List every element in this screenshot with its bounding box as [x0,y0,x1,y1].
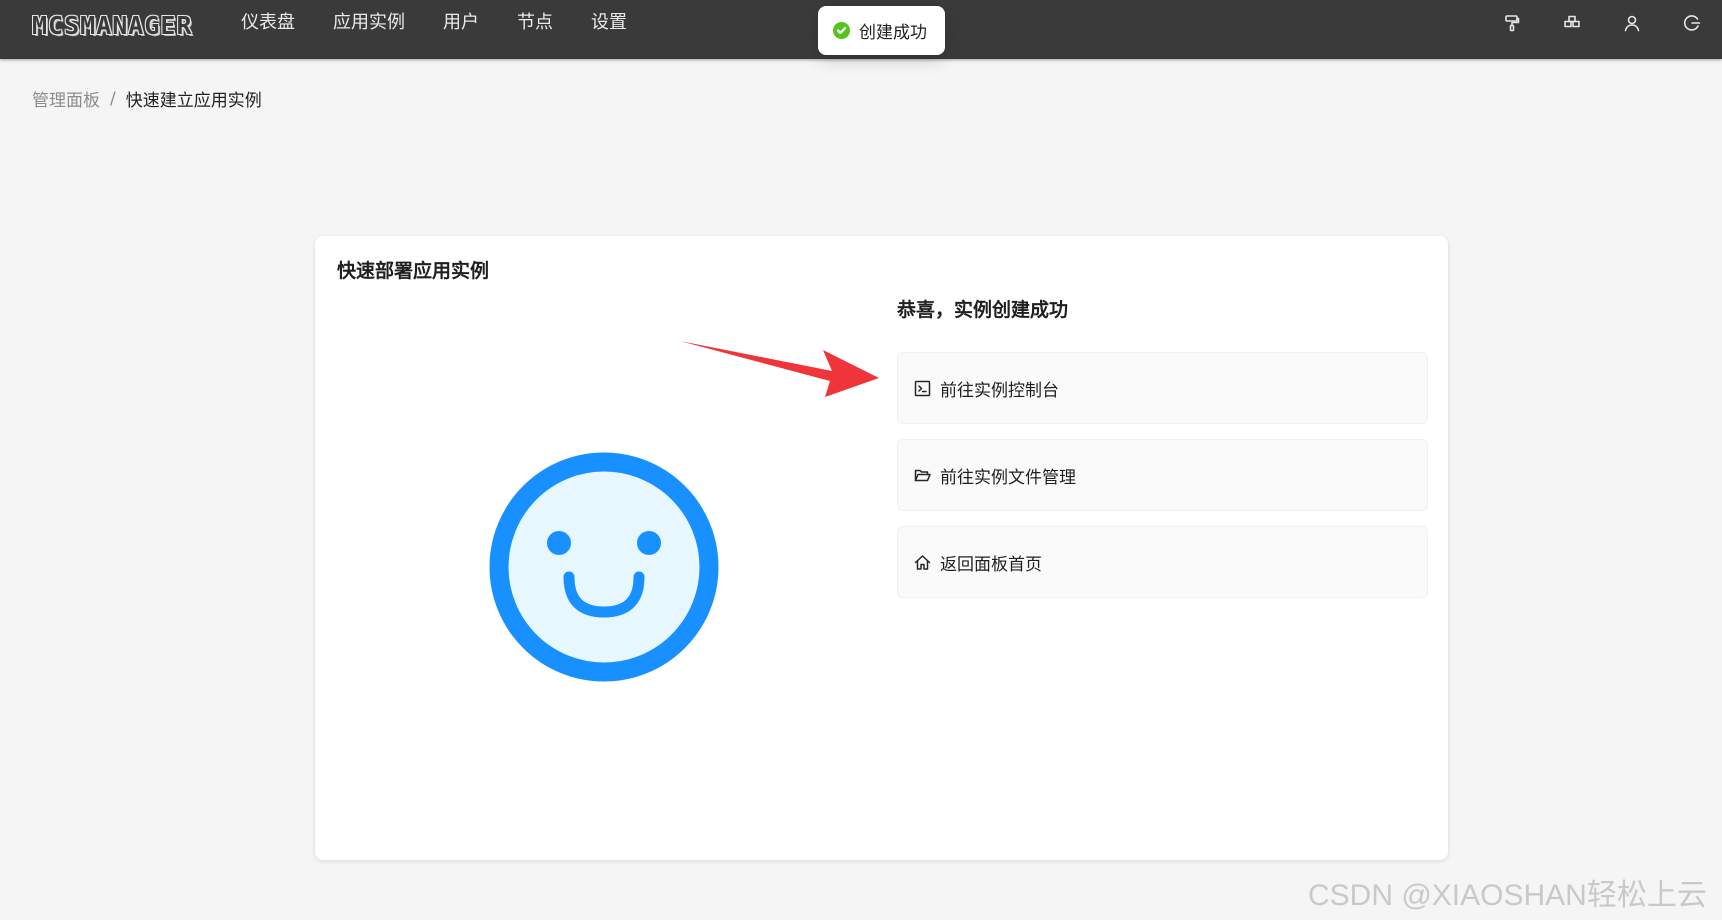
top-actions [1482,0,1722,59]
breadcrumb-root[interactable]: 管理面板 [32,86,100,111]
nav-item-nodes[interactable]: 节点 [498,0,572,59]
action-label: 前往实例文件管理 [940,467,1076,488]
toast-message: 创建成功 [859,23,927,43]
breadcrumb-current: 快速建立应用实例 [125,91,262,111]
back-to-home-button[interactable]: 返回面板首页 [897,526,1428,598]
user-icon[interactable] [1602,0,1662,46]
logout-icon[interactable] [1662,0,1722,46]
goto-console-button[interactable]: 前往实例控制台 [897,352,1428,424]
nav-item-users[interactable]: 用户 [424,0,498,59]
nav-item-settings[interactable]: 设置 [572,0,646,59]
nav-item-instances[interactable]: 应用实例 [314,0,424,59]
red-arrow-icon [680,341,879,397]
layout-icon[interactable] [1542,0,1602,46]
quick-deploy-card: 快速部署应用实例 恭喜，实例创建成功 前往实例控制台 前往实例文件管理 返回面板… [315,236,1448,860]
terminal-icon [913,379,931,397]
main-nav: 仪表盘 应用实例 用户 节点 设置 [222,0,646,59]
success-title: 恭喜，实例创建成功 [897,299,1069,321]
breadcrumb-separator: / [110,88,116,109]
breadcrumb: 管理面板 / 快速建立应用实例 [32,86,262,112]
folder-open-icon [913,466,931,484]
nav-item-dashboard[interactable]: 仪表盘 [222,0,314,59]
action-label: 前往实例控制台 [940,380,1059,401]
paint-roller-icon[interactable] [1482,0,1542,46]
action-label: 返回面板首页 [940,554,1042,575]
goto-file-manager-button[interactable]: 前往实例文件管理 [897,439,1428,511]
watermark: CSDN @XIAOSHAN轻松上云 [1308,879,1707,912]
success-toast: 创建成功 [818,6,945,55]
app-logo[interactable]: MCSMANAGER [32,12,193,40]
check-circle-icon [833,22,850,39]
smile-face-icon [489,452,719,682]
home-icon [913,553,931,571]
card-title: 快速部署应用实例 [337,260,490,282]
